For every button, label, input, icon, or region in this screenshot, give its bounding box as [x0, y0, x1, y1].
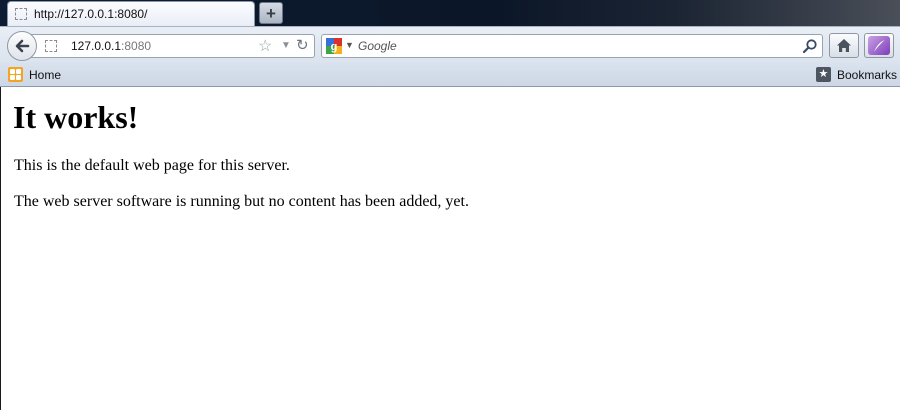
new-tab-button[interactable]: + [259, 2, 283, 24]
search-placeholder[interactable]: Google [358, 39, 397, 53]
tab-strip: http://127.0.0.1:8080/ + [0, 0, 900, 26]
site-identity-icon[interactable] [45, 40, 57, 52]
quill-icon [874, 39, 885, 52]
home-button[interactable] [829, 33, 859, 58]
page-favicon-icon [15, 8, 27, 20]
url-text[interactable]: 127.0.0.1:8080 [71, 39, 151, 53]
magnifier-icon[interactable] [802, 38, 818, 54]
home-icon [837, 39, 851, 52]
bookmarks-toolbar: Home ★ Bookmarks [0, 63, 900, 87]
bookmark-star-icon[interactable]: ☆ [258, 36, 272, 56]
google-icon[interactable]: g [326, 38, 342, 54]
addon-badge [868, 36, 890, 55]
navigation-toolbar: 127.0.0.1:8080 ☆ ▼ ↻ g ▼ Google [0, 26, 900, 63]
svg-text:g: g [331, 41, 338, 53]
search-engine-dropdown-icon[interactable]: ▼ [345, 40, 354, 50]
url-port: :8080 [121, 39, 152, 53]
url-bar[interactable]: 127.0.0.1:8080 ☆ ▼ ↻ [28, 34, 315, 58]
bookmarks-star-icon: ★ [815, 67, 831, 82]
tab-title: http://127.0.0.1:8080/ [34, 7, 148, 21]
url-host: 127.0.0.1 [71, 39, 122, 53]
bookmark-home-label: Home [29, 67, 62, 82]
back-button[interactable] [7, 31, 37, 61]
bookmarks-menu-label: Bookmarks [836, 67, 897, 82]
bookmark-home[interactable]: Home [8, 67, 61, 82]
bookmarks-menu-button[interactable]: ★ Bookmarks [815, 67, 897, 82]
tab-current[interactable]: http://127.0.0.1:8080/ [7, 1, 255, 26]
reload-icon[interactable]: ↻ [296, 36, 309, 54]
page-heading: It works! [13, 99, 139, 135]
addon-button[interactable] [864, 33, 894, 58]
search-bar[interactable]: g ▼ Google [321, 34, 823, 58]
feed-icon [8, 67, 23, 82]
history-dropdown-icon[interactable]: ▼ [281, 40, 291, 51]
page-paragraph-1: This is the default web page for this se… [14, 157, 290, 174]
back-arrow-icon [15, 39, 30, 53]
page-paragraph-2: The web server software is running but n… [14, 193, 469, 210]
page-content: It works! This is the default web page f… [0, 87, 900, 410]
